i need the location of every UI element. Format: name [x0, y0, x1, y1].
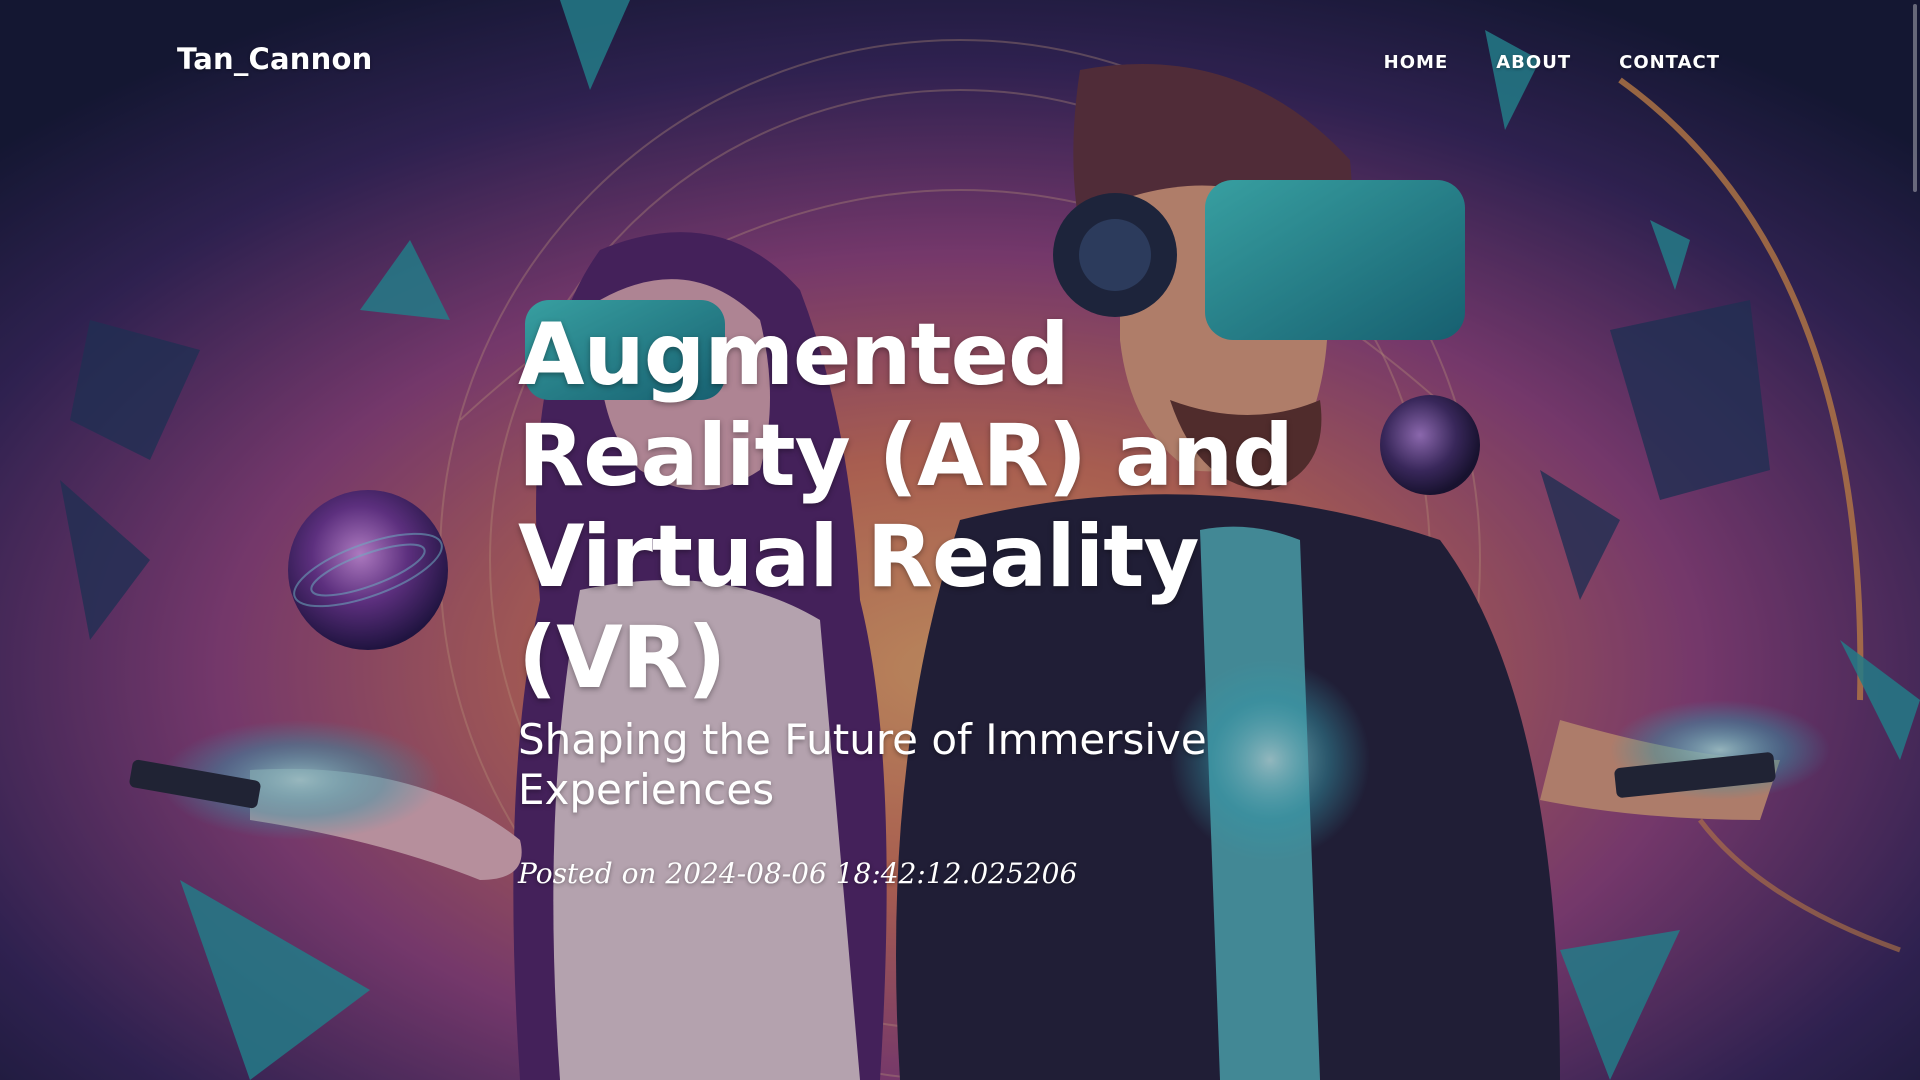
scrollbar-thumb[interactable]	[1913, 4, 1917, 192]
post-subtitle: Shaping the Future of Immersive Experien…	[518, 715, 1207, 814]
post-meta: Posted on 2024-08-06 18:42:12.025206	[518, 857, 1398, 890]
brand-logo-link[interactable]: Tan_Cannon	[177, 42, 372, 76]
nav-link-about[interactable]: ABOUT	[1496, 52, 1571, 73]
nav-link-contact[interactable]: CONTACT	[1619, 52, 1720, 73]
post-heading: Augmented Reality (AR) and Virtual Reali…	[518, 305, 1398, 890]
header-hero: Tan_Cannon HOME ABOUT CONTACT Augmented …	[0, 0, 1920, 1080]
post-meta-prefix: Posted on	[518, 857, 657, 890]
post-title: Augmented Reality (AR) and Virtual Reali…	[518, 305, 1294, 708]
post-date: 2024-08-06 18:42:12.025206	[665, 857, 1078, 890]
nav-links: HOME ABOUT CONTACT	[1384, 52, 1720, 73]
main-navbar: Tan_Cannon HOME ABOUT CONTACT	[0, 0, 1920, 124]
nav-link-home[interactable]: HOME	[1384, 52, 1449, 73]
